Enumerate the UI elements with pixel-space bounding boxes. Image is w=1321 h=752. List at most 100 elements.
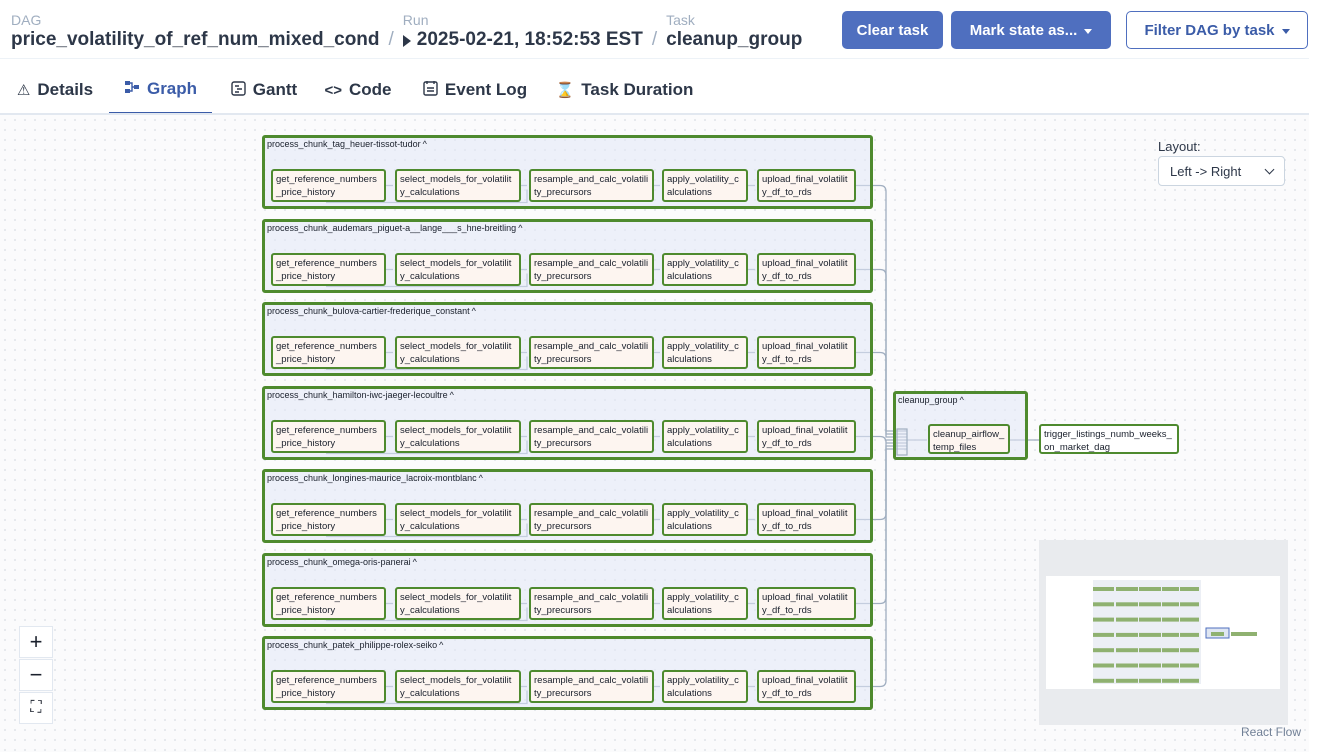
task-node[interactable]: select_models_for_volatility_calculation… bbox=[395, 253, 521, 286]
task-node[interactable]: apply_volatility_calculations bbox=[662, 503, 748, 536]
task-node[interactable]: get_reference_numbers_price_history bbox=[271, 253, 386, 286]
task-group-node[interactable]: process_chunk_patek_philippe-rolex-seiko… bbox=[262, 636, 873, 710]
breadcrumb-dag[interactable]: DAG price_volatility_of_ref_num_mixed_co… bbox=[11, 12, 380, 51]
task-node[interactable]: select_models_for_volatility_calculation… bbox=[395, 670, 521, 703]
tab-graph[interactable]: Graph bbox=[109, 66, 212, 114]
task-group-node[interactable]: process_chunk_longines-maurice_lacroix-m… bbox=[262, 469, 873, 543]
task-group-node[interactable]: process_chunk_tag_heuer-tissot-tudor ^ get… bbox=[262, 135, 873, 209]
breadcrumb-run[interactable]: Run 2025-02-21, 18:52:53 EST bbox=[402, 12, 643, 51]
task-node[interactable]: select_models_for_volatility_calculation… bbox=[395, 336, 521, 369]
minimap-node bbox=[1116, 648, 1138, 653]
minimap-node bbox=[1162, 663, 1179, 668]
minimap-node bbox=[1093, 632, 1114, 637]
tab-label: Graph bbox=[146, 79, 198, 98]
tab-gantt[interactable]: Gantt bbox=[222, 66, 306, 114]
task-node[interactable]: upload_final_volatility_df_to_rds bbox=[757, 587, 856, 620]
minimap-node bbox=[1162, 602, 1179, 607]
task-node-cleanup-airflow-temp-files[interactable]: cleanup_airflow_temp_files bbox=[928, 424, 1010, 454]
tab-label: Details bbox=[37, 80, 94, 99]
task-node[interactable]: upload_final_volatility_df_to_rds bbox=[757, 336, 856, 369]
minimap[interactable] bbox=[1039, 540, 1288, 725]
task-node[interactable]: resample_and_calc_volatility_precursors bbox=[529, 169, 654, 202]
minimap-node bbox=[1139, 617, 1161, 622]
chevron-up-icon[interactable]: ^ bbox=[413, 557, 417, 567]
mark-state-label: Mark state as... bbox=[969, 21, 1078, 39]
task-node[interactable]: upload_final_volatility_df_to_rds bbox=[757, 169, 856, 202]
mark-state-button[interactable]: Mark state as... bbox=[951, 11, 1111, 49]
layout-select[interactable]: Left -> Right bbox=[1158, 156, 1285, 186]
chevron-up-icon[interactable]: ^ bbox=[423, 139, 427, 149]
chevron-up-icon[interactable]: ^ bbox=[479, 473, 483, 483]
task-node[interactable]: resample_and_calc_volatility_precursors bbox=[529, 503, 654, 536]
run-value-row[interactable]: 2025-02-21, 18:52:53 EST bbox=[402, 29, 643, 51]
task-node[interactable]: resample_and_calc_volatility_precursors bbox=[529, 420, 654, 453]
run-label: Run bbox=[402, 12, 429, 28]
minimap-viewport bbox=[1046, 576, 1280, 689]
task-node[interactable]: apply_volatility_calculations bbox=[662, 670, 748, 703]
dag-id[interactable]: price_volatility_of_ref_num_mixed_cond bbox=[11, 29, 380, 51]
group-title: process_chunk_hamilton-iwc-jaeger-lecoul… bbox=[267, 390, 448, 400]
minimap-node bbox=[1116, 617, 1138, 622]
zoom-out-button[interactable]: − bbox=[19, 659, 53, 691]
task-node[interactable]: resample_and_calc_volatility_precursors bbox=[529, 587, 654, 620]
react-flow-attribution[interactable]: React Flow bbox=[1241, 725, 1301, 739]
minimap-node bbox=[1116, 587, 1138, 591]
task-group-node[interactable]: process_chunk_audemars_piguet-a__lange__… bbox=[262, 219, 873, 293]
task-node[interactable]: select_models_for_volatility_calculation… bbox=[395, 503, 521, 536]
task-node[interactable]: get_reference_numbers_price_history bbox=[271, 503, 386, 536]
task-node[interactable]: select_models_for_volatility_calculation… bbox=[395, 169, 521, 202]
task-node[interactable]: select_models_for_volatility_calculation… bbox=[395, 587, 521, 620]
task-node[interactable]: apply_volatility_calculations bbox=[662, 253, 748, 286]
task-group-node[interactable]: process_chunk_omega-oris-panerai ^ get_ref… bbox=[262, 553, 873, 627]
group-title-row: process_chunk_longines-maurice_lacroix-m… bbox=[267, 473, 483, 483]
tab-code[interactable]: <> Code bbox=[318, 66, 398, 114]
tab-event-log[interactable]: Event Log bbox=[414, 66, 536, 114]
minimap-group-area bbox=[1093, 580, 1201, 684]
minimap-node bbox=[1139, 663, 1161, 668]
cleanup-group[interactable]: cleanup_group ^ cleanup_airflow_temp_file… bbox=[893, 391, 1028, 460]
chevron-up-icon[interactable]: ^ bbox=[439, 640, 443, 650]
tab-label: Task Duration bbox=[581, 80, 694, 99]
chevron-up-icon[interactable]: ^ bbox=[472, 306, 476, 316]
task-group-node[interactable]: process_chunk_hamilton-iwc-jaeger-lecoul… bbox=[262, 386, 873, 460]
task-node[interactable]: get_reference_numbers_price_history bbox=[271, 587, 386, 620]
task-id[interactable]: cleanup_group bbox=[666, 29, 802, 51]
chevron-up-icon[interactable]: ^ bbox=[518, 223, 522, 233]
task-node[interactable]: select_models_for_volatility_calculation… bbox=[395, 420, 521, 453]
tab-details[interactable]: ⚠ Details bbox=[10, 66, 100, 114]
task-node[interactable]: upload_final_volatility_df_to_rds bbox=[757, 670, 856, 703]
graph-canvas[interactable]: process_chunk_tag_heuer-tissot-tudor ^ get… bbox=[0, 115, 1309, 752]
group-title: process_chunk_audemars_piguet-a__lange__… bbox=[267, 223, 517, 233]
task-node[interactable]: apply_volatility_calculations bbox=[662, 420, 748, 453]
layout-label: Layout: bbox=[1158, 139, 1201, 154]
task-node-trigger-listings[interactable]: trigger_listings_numb_weeks_on_market_da… bbox=[1039, 424, 1179, 454]
tab-task-duration[interactable]: ⌛ Task Duration bbox=[552, 66, 697, 114]
chevron-up-icon[interactable]: ^ bbox=[450, 390, 454, 400]
task-node[interactable]: get_reference_numbers_price_history bbox=[271, 420, 386, 453]
task-node[interactable]: upload_final_volatility_df_to_rds bbox=[757, 503, 856, 536]
zoom-in-button[interactable]: + bbox=[19, 626, 53, 658]
task-node[interactable]: get_reference_numbers_price_history bbox=[271, 670, 386, 703]
task-node[interactable]: resample_and_calc_volatility_precursors bbox=[529, 670, 654, 703]
event-log-icon bbox=[423, 80, 438, 100]
task-node[interactable]: upload_final_volatility_df_to_rds bbox=[757, 420, 856, 453]
minimap-node bbox=[1180, 663, 1199, 668]
task-node[interactable]: get_reference_numbers_price_history bbox=[271, 336, 386, 369]
clear-task-button[interactable]: Clear task bbox=[842, 11, 943, 49]
task-node[interactable]: get_reference_numbers_price_history bbox=[271, 169, 386, 202]
minimap-node bbox=[1180, 648, 1199, 653]
filter-dag-button[interactable]: Filter DAG by task bbox=[1126, 11, 1308, 49]
task-node[interactable]: resample_and_calc_volatility_precursors bbox=[529, 253, 654, 286]
task-node[interactable]: apply_volatility_calculations bbox=[662, 169, 748, 202]
fit-view-button[interactable]: ⛶ bbox=[19, 692, 53, 724]
filter-dag-label: Filter DAG by task bbox=[1144, 21, 1275, 39]
task-group-node[interactable]: process_chunk_bulova-cartier-frederique_… bbox=[262, 302, 873, 376]
task-node[interactable]: apply_volatility_calculations bbox=[662, 587, 748, 620]
task-node[interactable]: apply_volatility_calculations bbox=[662, 336, 748, 369]
task-node[interactable]: resample_and_calc_volatility_precursors bbox=[529, 336, 654, 369]
minimap-node bbox=[1116, 678, 1138, 683]
breadcrumb-task[interactable]: Task cleanup_group bbox=[666, 12, 802, 51]
task-node[interactable]: upload_final_volatility_df_to_rds bbox=[757, 253, 856, 286]
minimap-node bbox=[1162, 617, 1179, 622]
group-title: process_chunk_patek_philippe-rolex-seiko bbox=[267, 640, 438, 650]
